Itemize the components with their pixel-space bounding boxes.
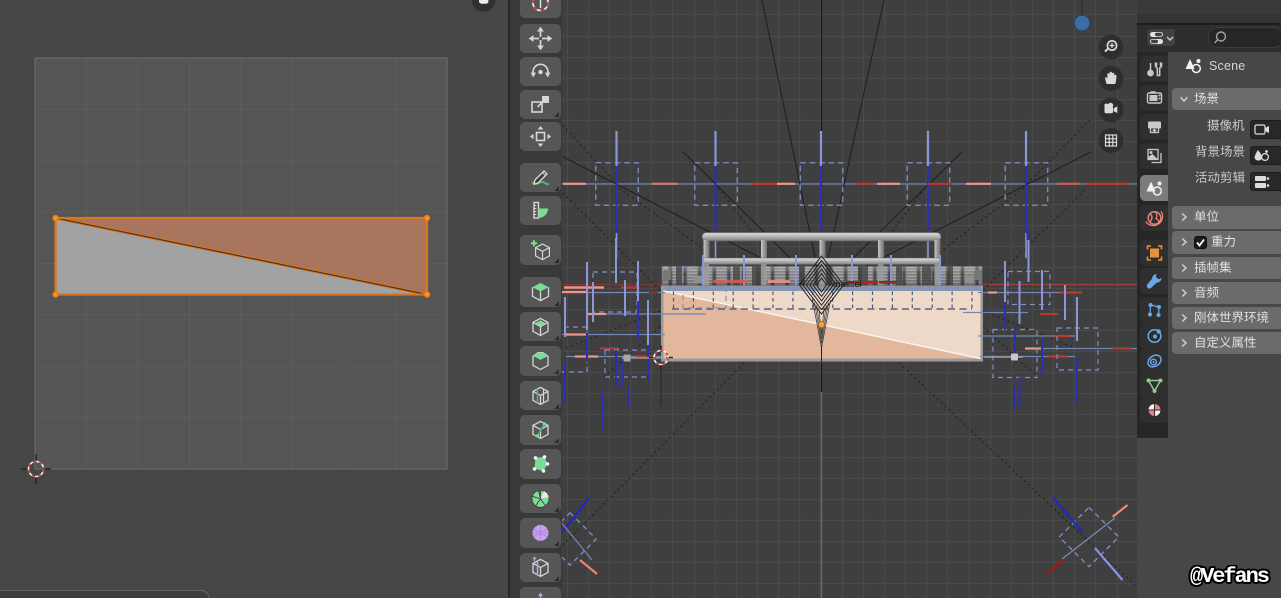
svg-text:massel: massel	[833, 279, 862, 289]
